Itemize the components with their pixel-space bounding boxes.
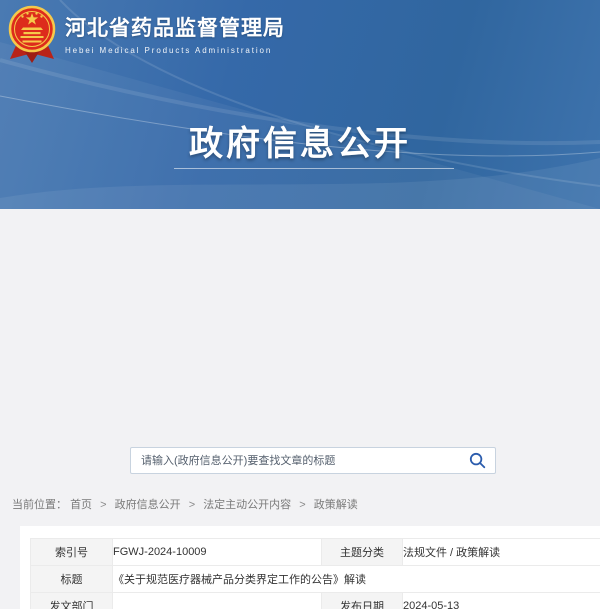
breadcrumb-separator: > <box>189 499 195 511</box>
search-input[interactable] <box>131 448 469 473</box>
field-value-topic-category: 法规文件 / 政策解读 <box>403 539 600 566</box>
table-row-title: 标题 《关于规范医疗器械产品分类界定工作的公告》解读 <box>31 566 600 593</box>
field-value-publish-date: 2024-05-13 <box>403 593 600 609</box>
breadcrumb-separator: > <box>299 499 305 511</box>
breadcrumb-item-policy-interpretation[interactable]: 政策解读 <box>314 499 358 511</box>
page-body: 当前位置： 首页 > 政府信息公开 > 法定主动公开内容 > 政策解读 索引号 … <box>0 209 600 400</box>
field-label-issuing-department: 发文部门 <box>31 593 113 609</box>
field-label-topic-category: 主题分类 <box>322 539 403 566</box>
breadcrumb-item-gov-info[interactable]: 政府信息公开 <box>115 499 181 511</box>
search-button[interactable] <box>469 452 495 469</box>
table-row-index-topic: 索引号 FGWJ-2024-10009 主题分类 法规文件 / 政策解读 <box>31 539 600 566</box>
banner-title: 政府信息公开 <box>0 116 600 165</box>
breadcrumb-item-statutory-disclosure[interactable]: 法定主动公开内容 <box>203 499 291 511</box>
field-value-title: 《关于规范医疗器械产品分类界定工作的公告》解读 <box>113 566 600 593</box>
document-info-table: 索引号 FGWJ-2024-10009 主题分类 法规文件 / 政策解读 标题 … <box>30 538 600 609</box>
breadcrumb-label: 当前位置： <box>12 499 67 511</box>
field-label-title: 标题 <box>31 566 113 593</box>
breadcrumb-separator: > <box>100 499 106 511</box>
national-emblem-logo <box>8 5 56 65</box>
table-row-department-date: 发文部门 发布日期 2024-05-13 <box>31 593 600 609</box>
breadcrumb-item-home[interactable]: 首页 <box>70 499 92 511</box>
field-value-index-number: FGWJ-2024-10009 <box>113 539 322 566</box>
field-label-index-number: 索引号 <box>31 539 113 566</box>
org-name-cn: 河北省药品监督管理局 <box>65 16 285 41</box>
document-info-card: 索引号 FGWJ-2024-10009 主题分类 法规文件 / 政策解读 标题 … <box>20 526 600 609</box>
search-box[interactable] <box>130 447 496 474</box>
field-label-publish-date: 发布日期 <box>322 593 403 609</box>
field-value-issuing-department <box>113 593 322 609</box>
banner-underline <box>174 168 454 169</box>
hero-header: 河北省药品监督管理局 Hebei Medical Products Admini… <box>0 0 600 209</box>
site-brand: 河北省药品监督管理局 Hebei Medical Products Admini… <box>8 5 285 65</box>
org-name-block: 河北省药品监督管理局 Hebei Medical Products Admini… <box>65 16 285 55</box>
search-icon <box>469 452 486 469</box>
page-root: { "header": { "org_name_cn": "河北省药品监督管理局… <box>0 0 600 400</box>
breadcrumb: 当前位置： 首页 > 政府信息公开 > 法定主动公开内容 > 政策解读 <box>12 496 358 512</box>
org-name-en: Hebei Medical Products Administration <box>65 46 285 55</box>
